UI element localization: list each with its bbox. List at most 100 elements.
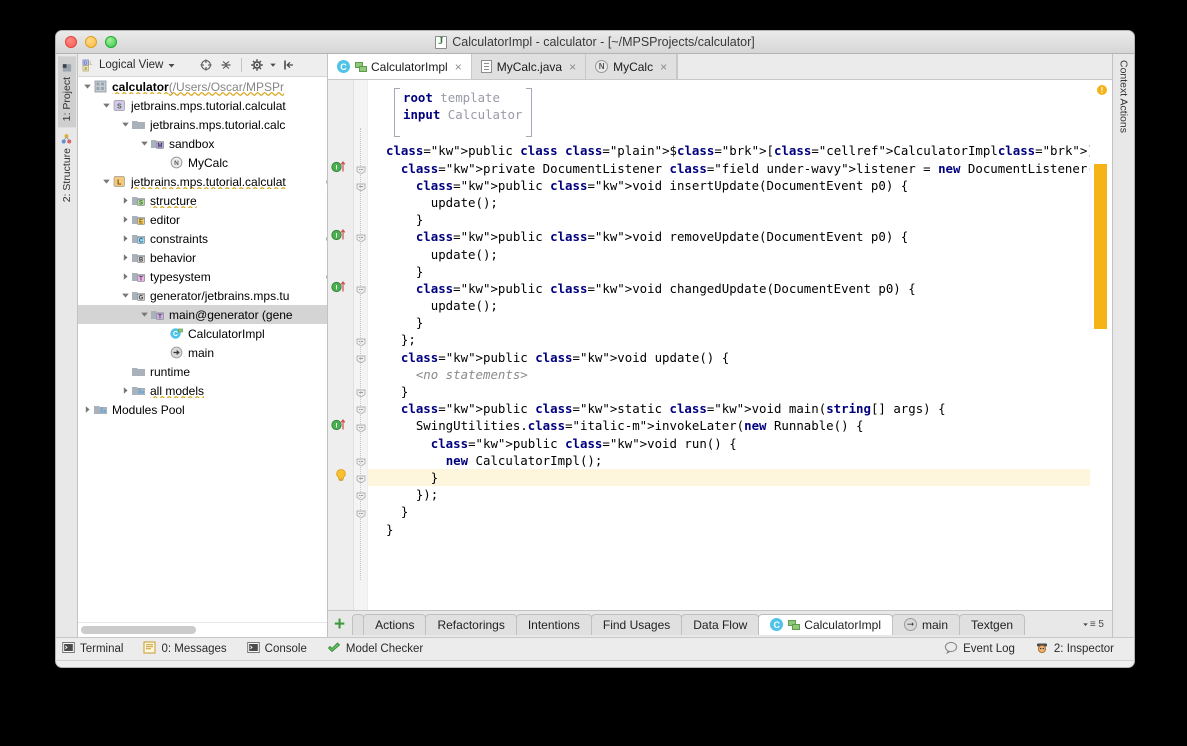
tree-node[interactable]: runtime (78, 362, 327, 381)
code-fold-marker[interactable] (356, 230, 366, 239)
tree-node[interactable]: main (78, 343, 327, 362)
editor-tab-close-icon[interactable]: × (569, 60, 576, 74)
statusbar-item[interactable]: Console (247, 641, 307, 657)
code-line[interactable]: } (386, 383, 1090, 400)
statusbar-item[interactable]: 0: Messages (143, 641, 226, 657)
code-content[interactable]: root templateinput Calculator class="kw">… (368, 80, 1090, 610)
tree-node[interactable]: Ggenerator/jetbrains.mps.tu (78, 286, 327, 305)
bottom-tab[interactable]: Refactorings (425, 614, 516, 635)
tree-node[interactable]: jetbrains.mps.tutorial.calc (78, 115, 327, 134)
code-line[interactable]: }; (386, 331, 1090, 348)
code-line[interactable]: } (386, 521, 1090, 538)
tree-expand-arrow-right-icon[interactable] (82, 405, 93, 414)
code-line[interactable]: } (386, 211, 1090, 228)
minimize-button[interactable] (85, 36, 97, 48)
tree-node[interactable]: calculator (/Users/Oscar/MPSPr (78, 77, 327, 96)
code-line[interactable]: new CalculatorImpl(); (386, 452, 1090, 469)
code-line[interactable]: class="kw">public class="kw">void run() … (386, 435, 1090, 452)
scroll-from-source-icon[interactable] (198, 57, 214, 73)
code-fold-marker[interactable] (356, 334, 366, 343)
gear-chevron-down-icon[interactable] (269, 61, 277, 69)
tree-expand-arrow-down-icon[interactable] (120, 120, 131, 129)
code-fold-marker[interactable] (356, 282, 366, 291)
code-line[interactable]: SwingUtilities.class="italic-m">invokeLa… (386, 417, 1090, 434)
code-line[interactable]: <no statements> (386, 366, 1090, 383)
tree-expand-arrow-down-icon[interactable] (101, 177, 112, 186)
bottom-tab[interactable]: Actions (363, 614, 426, 635)
code-line[interactable]: class="kw">public class="kw">void insert… (386, 177, 1090, 194)
editor-tab-close-icon[interactable]: × (660, 60, 667, 74)
zoom-button[interactable] (105, 36, 117, 48)
code-line[interactable]: } (386, 263, 1090, 280)
code-fold-marker[interactable] (356, 162, 366, 171)
code-fold-marker[interactable] (356, 351, 366, 360)
tree-expand-arrow-right-icon[interactable] (120, 234, 131, 243)
tree-node[interactable]: all models (78, 381, 327, 400)
window-titlebar[interactable]: CalculatorImpl - calculator - [~/MPSProj… (56, 31, 1134, 54)
tree-node[interactable]: Modules Pool (78, 400, 327, 419)
editor-annotation-bar[interactable]: ! (1090, 80, 1112, 610)
code-line[interactable]: class="kw">public class="kw">void remove… (386, 228, 1090, 245)
code-line[interactable]: update(); (386, 194, 1090, 211)
code-fold-marker[interactable] (356, 506, 366, 515)
window-controls[interactable] (65, 36, 117, 48)
chevron-down-icon[interactable] (167, 61, 176, 70)
project-tree[interactable]: calculator (/Users/Oscar/MPSPrSjetbrains… (78, 77, 327, 622)
tree-node[interactable]: TtypesystemI (78, 267, 327, 286)
add-tab-button[interactable]: + (334, 615, 345, 634)
logical-view-label[interactable]: Logical View (99, 59, 163, 71)
editor-tab[interactable]: CCalculatorImpl× (328, 54, 472, 79)
warning-icon[interactable]: ! (1097, 85, 1107, 95)
code-line[interactable]: class="kw">public class="kw">static clas… (386, 400, 1090, 417)
code-line[interactable]: }); (386, 486, 1090, 503)
tree-node[interactable]: Eeditor (78, 210, 327, 229)
tree-node[interactable]: Ljetbrains.mps.tutorial.calculatI (78, 172, 327, 191)
code-fold-marker[interactable] (356, 402, 366, 411)
tree-node[interactable]: Sjetbrains.mps.tutorial.calculat (78, 96, 327, 115)
sidebar-tab-project[interactable]: 1: Project (58, 56, 76, 127)
bottom-tab[interactable]: Find Usages (591, 614, 682, 635)
tree-node[interactable]: Msandbox (78, 134, 327, 153)
tab-list-icon[interactable]: ≡ 5 (1082, 619, 1112, 630)
tree-node[interactable]: CCalculatorImpl (78, 324, 327, 343)
tree-expand-arrow-down-icon[interactable] (82, 82, 93, 91)
hide-panel-icon[interactable] (281, 57, 297, 73)
code-line[interactable]: } (386, 503, 1090, 520)
generation-status-icon[interactable]: I (331, 227, 348, 247)
code-line[interactable]: class="kw">public class class="plain">$c… (386, 142, 1090, 159)
statusbar-item[interactable]: Model Checker (327, 641, 423, 657)
bottom-tab[interactable]: Intentions (516, 614, 592, 635)
code-line[interactable]: class="kw">public class="kw">void update… (386, 349, 1090, 366)
tree-expand-arrow-down-icon[interactable] (139, 139, 150, 148)
code-fold-marker[interactable] (356, 454, 366, 463)
tree-node[interactable]: Sstructure (78, 191, 327, 210)
statusbar-item[interactable]: Terminal (62, 641, 123, 657)
statusbar-item[interactable]: 2: Inspector (1035, 641, 1114, 657)
tree-node[interactable]: Bbehavior (78, 248, 327, 267)
code-fold-marker[interactable] (356, 179, 366, 188)
editor-tab[interactable]: MyCalc.java× (472, 54, 586, 79)
tree-expand-arrow-right-icon[interactable] (120, 215, 131, 224)
generation-status-icon[interactable]: I (331, 159, 348, 179)
tree-expand-arrow-right-icon[interactable] (120, 253, 131, 262)
sidebar-tab-structure[interactable]: 2: Structure (58, 127, 76, 208)
collapse-all-icon[interactable] (218, 57, 234, 73)
scrollbar-thumb[interactable] (81, 626, 196, 634)
code-line[interactable]: class="kw">public class="kw">void change… (386, 280, 1090, 297)
statusbar-item[interactable]: Event Log (944, 641, 1015, 657)
tree-node[interactable]: CconstraintsI (78, 229, 327, 248)
code-line[interactable]: } (368, 469, 1090, 486)
template-header[interactable]: root templateinput Calculator (394, 88, 532, 124)
tree-expand-arrow-right-icon[interactable] (120, 272, 131, 281)
intention-bulb-icon[interactable] (334, 468, 348, 488)
tree-expand-arrow-right-icon[interactable] (120, 196, 131, 205)
gear-icon[interactable] (249, 57, 265, 73)
editor-fold-column[interactable] (354, 80, 368, 610)
bottom-tab[interactable]: ➞main (892, 614, 960, 635)
editor-tab-close-icon[interactable]: × (455, 60, 462, 74)
tree-expand-arrow-down-icon[interactable] (101, 101, 112, 110)
code-line[interactable]: update(); (386, 297, 1090, 314)
code-fold-marker[interactable] (356, 420, 366, 429)
tree-node[interactable]: NMyCalc (78, 153, 327, 172)
tree-expand-arrow-right-icon[interactable] (120, 386, 131, 395)
